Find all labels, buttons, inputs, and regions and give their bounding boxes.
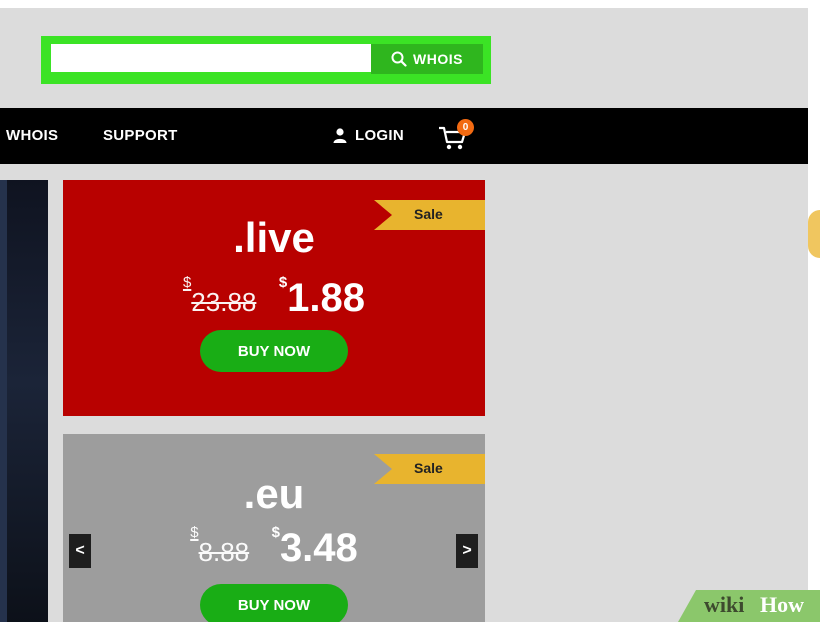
- whois-search-button[interactable]: WHOIS: [371, 44, 483, 74]
- search-input[interactable]: [51, 44, 379, 72]
- buy-now-button[interactable]: BUY NOW: [200, 330, 348, 372]
- price-row: $8.88 $3.48: [63, 524, 485, 571]
- sale-price: $3.48: [271, 524, 358, 570]
- sale-price: $1.88: [278, 274, 366, 320]
- buy-now-button[interactable]: BUY NOW: [200, 584, 348, 622]
- tld-name: .live: [233, 214, 315, 261]
- login-label: LOGIN: [355, 127, 404, 144]
- price-row: $23.88 $1.88: [63, 274, 485, 321]
- search-bar: WHOIS: [41, 36, 491, 84]
- tld-name: .eu: [243, 470, 305, 517]
- nav-item-support[interactable]: SUPPORT: [103, 127, 178, 144]
- wikihow-watermark: wiki How: [678, 590, 820, 622]
- user-icon: [333, 128, 347, 143]
- old-price: $23.88: [182, 274, 257, 317]
- side-chat-tab[interactable]: [808, 210, 820, 258]
- window-edge: [808, 0, 820, 622]
- hero-banner-edge: [0, 180, 48, 622]
- search-icon: [391, 51, 407, 67]
- old-price: $8.88: [190, 524, 250, 567]
- page: WHOIS WHOIS SUPPORT LOGIN 0 Sale .live $…: [0, 8, 808, 622]
- cart-count-badge: 0: [457, 119, 474, 136]
- login-link[interactable]: LOGIN: [333, 127, 404, 144]
- domain-offer-card-live: Sale .live $23.88 $1.88 BUY NOW: [63, 180, 485, 416]
- domain-offer-card-eu: Sale .eu < > $8.88 $3.48 BUY NOW: [63, 434, 485, 622]
- whois-search-button-label: WHOIS: [413, 51, 463, 67]
- top-nav: WHOIS SUPPORT LOGIN 0: [0, 108, 808, 164]
- nav-item-whois[interactable]: WHOIS: [6, 127, 58, 144]
- cart-button[interactable]: 0: [438, 119, 478, 154]
